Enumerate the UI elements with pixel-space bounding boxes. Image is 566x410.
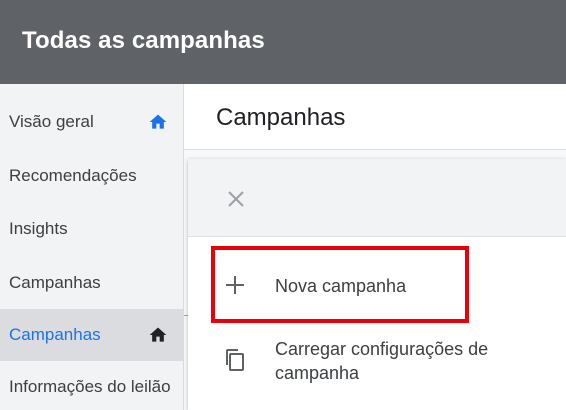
sidebar-item-label: Visão geral bbox=[9, 112, 94, 131]
sidebar-item-insights[interactable]: Insights bbox=[0, 203, 183, 255]
sidebar-item-label: Campanhas bbox=[9, 273, 101, 292]
close-icon[interactable] bbox=[222, 185, 250, 213]
sidebar-item-overview[interactable]: Visão geral bbox=[0, 96, 183, 148]
home-icon bbox=[147, 111, 169, 133]
load-settings-option[interactable]: Carregar configurações de campanha bbox=[188, 337, 566, 389]
highlight-box bbox=[211, 246, 469, 323]
sidebar-item-label: Insights bbox=[9, 219, 68, 238]
sidebar: Visão geral Recomendações Insights Campa… bbox=[0, 84, 183, 410]
sidebar-item-label: Campanhas bbox=[9, 325, 101, 344]
sidebar-item-recommendations[interactable]: Recomendações bbox=[0, 150, 183, 202]
page-title: Todas as campanhas bbox=[22, 27, 265, 54]
sidebar-item-campaigns-active[interactable]: Campanhas bbox=[0, 309, 183, 361]
load-settings-label: Carregar configurações de campanha bbox=[275, 339, 489, 383]
home-icon bbox=[147, 324, 169, 346]
copy-icon bbox=[222, 347, 248, 373]
sidebar-item-auction-insights[interactable]: Informações do leilão bbox=[0, 365, 183, 410]
sidebar-item-campaigns[interactable]: Campanhas bbox=[0, 257, 183, 309]
sidebar-item-label: Informações do leilão bbox=[9, 377, 171, 396]
menu-header bbox=[188, 159, 566, 237]
sidebar-item-label: Recomendações bbox=[9, 166, 137, 185]
main-header: Campanhas bbox=[184, 84, 566, 150]
top-bar: Todas as campanhas bbox=[0, 0, 566, 84]
section-title: Campanhas bbox=[216, 104, 346, 131]
